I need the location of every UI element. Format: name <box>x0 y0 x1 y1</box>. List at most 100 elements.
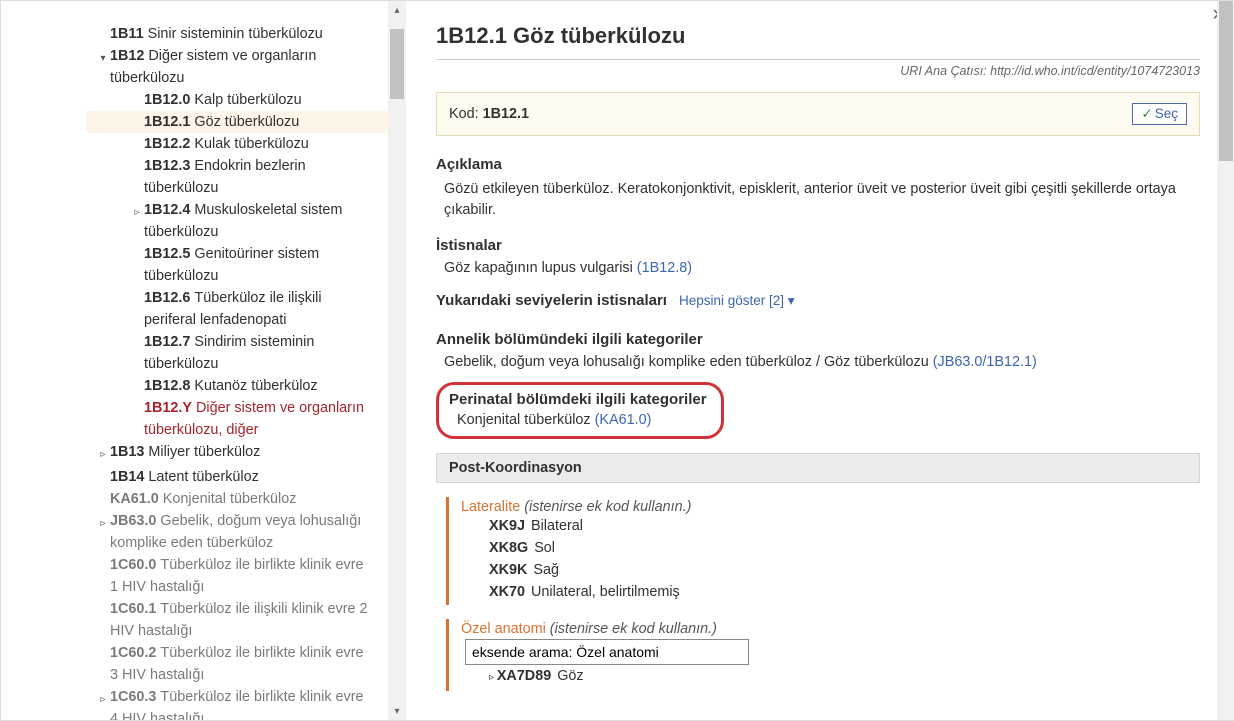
tree-item-code: 1B12.1 <box>144 114 190 130</box>
perinatal-code-link[interactable]: (KA61.0) <box>595 412 652 428</box>
axis-search-input[interactable] <box>465 639 749 665</box>
chevron-right-icon[interactable]: ▹ <box>96 513 110 535</box>
scroll-thumb[interactable] <box>1219 1 1233 161</box>
tree-item-title: Göz tüberkülozu <box>194 114 299 130</box>
tree-item-code: 1B12.0 <box>144 92 190 108</box>
tree-item-label: 1B12.5Genitoüriner sistem tüberkülozu <box>144 243 384 287</box>
tree-item-code: 1B12.Y <box>144 400 192 416</box>
axis-option[interactable]: ▹ XA7D89Göz <box>489 665 1200 689</box>
page-title: 1B12.1 Göz tüberkülozu <box>436 23 1200 49</box>
tree-item-code: 1C60.3 <box>110 689 156 705</box>
axis-option-label: Unilateral, belirtilmemiş <box>531 584 680 600</box>
tree-item[interactable]: 1B12.0Kalp tüberkülozu <box>86 89 388 111</box>
right-scrollbar[interactable] <box>1217 1 1234 720</box>
tree-item-code: 1B12.2 <box>144 136 190 152</box>
tree-item-code: 1B12.6 <box>144 290 190 306</box>
tree-item[interactable]: 1B12.7Sindirim sisteminin tüberkülozu <box>86 331 388 375</box>
postcoord-group: Lateralite (istenirse ek kod kullanın.)X… <box>446 497 1200 605</box>
axis-option[interactable]: XK70 Unilateral, belirtilmemiş <box>489 581 1200 603</box>
app-window: ✕ 1B11Sinir sisteminin tüberkülozu▾1B12D… <box>0 0 1234 721</box>
tree-item[interactable]: 1B12.6Tüberküloz ile ilişkili periferal … <box>86 287 388 331</box>
perinatal-highlight-box: Perinatal bölümdeki ilgili kategoriler K… <box>436 382 724 439</box>
tree-item[interactable]: 1B12.8Kutanöz tüberküloz <box>86 375 388 397</box>
tree-item-title: Konjenital tüberküloz <box>163 491 297 507</box>
axis-option-label: Bilateral <box>531 518 583 534</box>
upper-exclusion-header: Yukarıdaki seviyelerin istisnaları <box>436 292 667 309</box>
maternity-item: Gebelik, doğum veya lohusalığı komplike … <box>444 354 1200 370</box>
axis-option[interactable]: XK8GSol <box>489 537 1200 559</box>
exclusion-item: Göz kapağının lupus vulgarisi (1B12.8) <box>444 260 1200 276</box>
tree-item[interactable]: 1B11Sinir sisteminin tüberkülozu <box>86 23 388 45</box>
code-text: Kod: 1B12.1 <box>449 106 529 122</box>
tree-item-label: 1C60.0Tüberküloz ile birlikte klinik evr… <box>110 554 384 598</box>
tree-item-code: 1B11 <box>110 26 144 42</box>
chevron-right-icon[interactable]: ▹ <box>96 444 110 466</box>
tree-item[interactable]: 1B12.1Göz tüberkülozu <box>86 111 388 133</box>
tree-item[interactable]: 1B14Latent tüberküloz <box>86 466 388 488</box>
uri-label: URI Ana Çatısı: <box>900 64 986 78</box>
group-title-line: Özel anatomi (istenirse ek kod kullanın.… <box>461 621 1200 637</box>
chevron-right-icon[interactable]: ▹ <box>130 202 144 224</box>
scroll-thumb[interactable] <box>390 29 404 99</box>
upper-exclusion-row: Yukarıdaki seviyelerin istisnaları Hepsi… <box>436 276 1200 315</box>
tree-panel: 1B11Sinir sisteminin tüberkülozu▾1B12Diğ… <box>1 1 406 720</box>
perinatal-text: Konjenital tüberküloz <box>457 412 591 428</box>
exclusion-code-link[interactable]: (1B12.8) <box>637 260 692 276</box>
tree-item-label: 1B12.3Endokrin bezlerin tüberkülozu <box>144 155 384 199</box>
scroll-down-icon[interactable]: ▾ <box>388 702 406 720</box>
tree-item-label: 1B14Latent tüberküloz <box>110 466 384 488</box>
tree-item[interactable]: ▹JB63.0Gebelik, doğum veya lohusalığı ko… <box>86 510 388 554</box>
tree-item[interactable]: 1B12.2Kulak tüberkülozu <box>86 133 388 155</box>
select-button[interactable]: ✓Seç <box>1132 103 1187 125</box>
chevron-right-icon[interactable]: ▹ <box>96 689 110 711</box>
scroll-up-icon[interactable]: ▴ <box>388 1 406 19</box>
group-title-line: Lateralite (istenirse ek kod kullanın.) <box>461 499 1200 515</box>
tree-item[interactable]: 1B12.YDiğer sistem ve organların tüberkü… <box>86 397 388 441</box>
tree-item[interactable]: 1C60.1Tüberküloz ile ilişkili klinik evr… <box>86 598 388 642</box>
maternity-code-link[interactable]: (JB63.0/1B12.1) <box>933 354 1037 370</box>
axis-option[interactable]: XK9K Sağ <box>489 559 1200 581</box>
tree-item[interactable]: ▹1B13Miliyer tüberküloz <box>86 441 388 466</box>
axis-option-label: Sağ <box>533 562 559 578</box>
tree-item-code: JB63.0 <box>110 513 156 529</box>
chevron-down-icon[interactable]: ▾ <box>96 48 110 70</box>
tree-item-label: 1B12.1Göz tüberkülozu <box>144 111 384 133</box>
tree-item-label: 1B12.8Kutanöz tüberküloz <box>144 375 384 397</box>
exclusions-header: İstisnalar <box>436 237 1200 254</box>
perinatal-header: Perinatal bölümdeki ilgili kategoriler <box>449 391 707 408</box>
perinatal-item: Konjenital tüberküloz (KA61.0) <box>457 412 707 428</box>
tree-item[interactable]: KA61.0Konjenital tüberküloz <box>86 488 388 510</box>
axis-option-label: Göz <box>557 668 583 684</box>
tree-item-code: 1B12.5 <box>144 246 190 262</box>
tree-item[interactable]: ▹1C60.3Tüberküloz ile birlikte klinik ev… <box>86 686 388 720</box>
tree-item[interactable]: 1B12.5Genitoüriner sistem tüberkülozu <box>86 243 388 287</box>
tree-item[interactable]: ▾1B12Diğer sistem ve organların tüberkül… <box>86 45 388 89</box>
group-note: (istenirse ek kod kullanın.) <box>524 499 691 515</box>
chevron-right-icon: ▹ <box>489 672 497 683</box>
tree-item[interactable]: ▹1B12.4Muskuloskeletal sistem tüberküloz… <box>86 199 388 243</box>
group-title: Özel anatomi <box>461 621 550 637</box>
tree-item-label: 1B12.2Kulak tüberkülozu <box>144 133 384 155</box>
postcoord-group: Özel anatomi (istenirse ek kod kullanın.… <box>446 619 1200 691</box>
axis-option-code: XK70 <box>489 584 525 600</box>
tree-item-code: 1B12.4 <box>144 202 190 218</box>
axis-option-code: XK9J <box>489 518 525 534</box>
tree-item-title: Kutanöz tüberküloz <box>194 378 317 394</box>
show-all-link[interactable]: Hepsini göster [2] ▾ <box>679 293 795 308</box>
axis-option-code: XK9K <box>489 562 527 578</box>
tree-item-label: 1B12.6Tüberküloz ile ilişkili periferal … <box>144 287 384 331</box>
tree-item-title: Sinir sisteminin tüberkülozu <box>148 26 323 42</box>
description-header: Açıklama <box>436 156 1200 173</box>
tree-item-code: 1B12.7 <box>144 334 190 350</box>
tree-item[interactable]: 1C60.2Tüberküloz ile birlikte klinik evr… <box>86 642 388 686</box>
left-scrollbar[interactable]: ▴ ▾ <box>388 1 406 720</box>
axis-option[interactable]: XK9J Bilateral <box>489 515 1200 537</box>
tree-item-title: Kulak tüberkülozu <box>194 136 308 152</box>
tree-item[interactable]: 1C60.0Tüberküloz ile birlikte klinik evr… <box>86 554 388 598</box>
tree-item-code: 1C60.0 <box>110 557 156 573</box>
tree-item-label: 1B11Sinir sisteminin tüberkülozu <box>110 23 384 45</box>
tree-item-label: 1B12Diğer sistem ve organların tüberkülo… <box>110 45 384 89</box>
tree-item[interactable]: 1B12.3Endokrin bezlerin tüberkülozu <box>86 155 388 199</box>
uri-line: URI Ana Çatısı: http://id.who.int/icd/en… <box>436 59 1200 78</box>
tree-item-code: 1B12 <box>110 48 144 64</box>
